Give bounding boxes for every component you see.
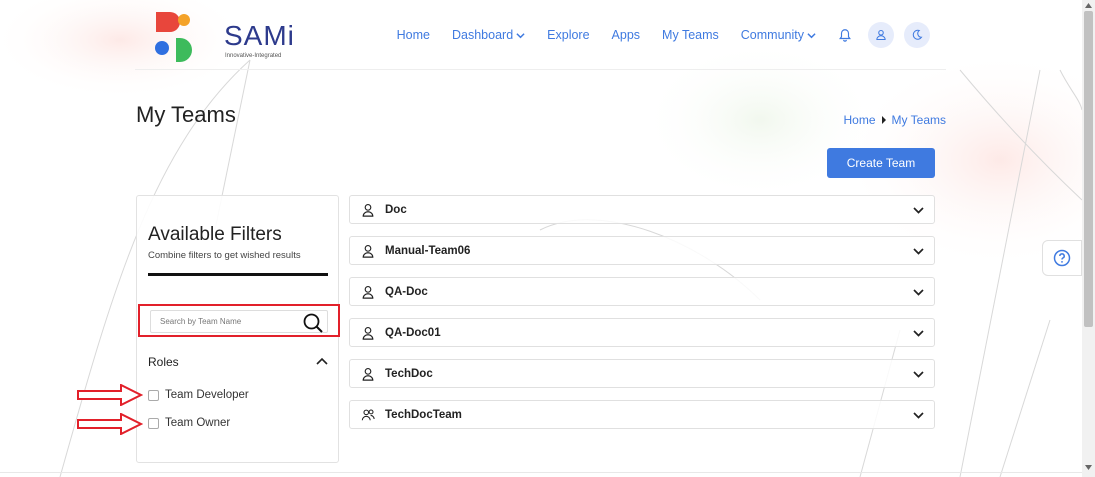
nav-home-label: Home [396, 28, 430, 42]
team-name: QA-Doc01 [385, 326, 441, 339]
theme-toggle-button[interactable] [904, 22, 930, 48]
nav-community-label: Community [740, 28, 804, 42]
breadcrumb-current: My Teams [891, 113, 946, 127]
team-row[interactable]: QA-Doc [349, 277, 935, 306]
nav-my-teams[interactable]: My Teams [662, 28, 719, 42]
user-icon [876, 29, 886, 41]
filters-panel: Available Filters Combine filters to get… [136, 195, 340, 463]
user-icon [362, 326, 374, 340]
chevron-down-icon [913, 248, 924, 255]
page-bottom-divider [0, 472, 1082, 473]
team-owner-checkbox[interactable] [148, 417, 159, 429]
team-row[interactable]: Manual-Team06 [349, 236, 935, 265]
chevron-down-icon [516, 32, 525, 38]
help-icon [1053, 249, 1071, 267]
page-scrollbar[interactable] [1082, 0, 1095, 477]
team-name: Manual-Team06 [385, 244, 471, 257]
search-icon[interactable] [302, 312, 324, 334]
profile-button[interactable] [868, 22, 894, 48]
scroll-up-icon[interactable] [1085, 3, 1092, 8]
chevron-down-icon [913, 207, 924, 214]
annotation-arrow-icon [77, 384, 143, 406]
filters-title: Available Filters [148, 224, 282, 245]
user-icon [362, 203, 374, 217]
nav-apps[interactable]: Apps [612, 28, 641, 42]
nav-explore-label: Explore [547, 28, 590, 42]
page-title: My Teams [136, 102, 236, 127]
help-button[interactable] [1042, 240, 1082, 276]
team-name: TechDoc [385, 367, 433, 380]
user-icon [362, 244, 374, 258]
users-icon [361, 408, 375, 420]
breadcrumb: Home My Teams [844, 113, 946, 127]
role-team-developer[interactable]: Team Developer [148, 389, 249, 401]
team-row[interactable]: TechDoc [349, 359, 935, 388]
brand-tagline: Innovative-Integrated [225, 53, 282, 59]
bell-icon [839, 29, 851, 42]
roles-heading: Roles [148, 355, 179, 369]
user-icon [362, 367, 374, 381]
logo-mark-icon [155, 12, 192, 62]
team-name: Doc [385, 203, 407, 216]
nav-explore[interactable]: Explore [547, 28, 589, 42]
nav-apps-label: Apps [611, 28, 641, 42]
team-search-box [150, 310, 328, 333]
brand-name: SAMi [224, 20, 295, 51]
search-highlight-annotation [138, 304, 340, 337]
team-developer-checkbox[interactable] [148, 389, 159, 401]
team-name: QA-Doc [385, 285, 428, 298]
top-header: SAMi Innovative-Integrated Home Dashboar… [135, 0, 946, 70]
chevron-down-icon [913, 371, 924, 378]
filters-subtitle: Combine filters to get wished results [148, 250, 301, 261]
team-search-input[interactable] [151, 311, 301, 332]
team-developer-label: Team Developer [165, 389, 249, 401]
role-team-owner[interactable]: Team Owner [148, 417, 230, 429]
chevron-up-icon[interactable] [316, 356, 328, 366]
nav-dashboard[interactable]: Dashboard [452, 28, 525, 42]
nav-home[interactable]: Home [397, 28, 430, 42]
moon-icon [912, 29, 923, 40]
chevron-down-icon [913, 289, 924, 296]
chevron-down-icon [913, 412, 924, 419]
team-row[interactable]: Doc [349, 195, 935, 224]
create-team-button[interactable]: Create Team [827, 148, 935, 178]
team-row[interactable]: QA-Doc01 [349, 318, 935, 347]
scrollbar-thumb[interactable] [1084, 11, 1093, 327]
filters-divider [148, 273, 328, 276]
caret-right-icon [881, 116, 886, 124]
chevron-down-icon [913, 330, 924, 337]
main-nav: Home Dashboard Explore Apps My Teams Com… [375, 20, 930, 50]
team-owner-label: Team Owner [165, 417, 231, 429]
notifications-button[interactable] [832, 22, 858, 48]
scroll-down-icon[interactable] [1085, 465, 1092, 470]
nav-community[interactable]: Community [741, 28, 816, 42]
nav-dashboard-label: Dashboard [452, 28, 514, 42]
user-icon [362, 285, 374, 299]
annotation-arrow-icon [77, 413, 143, 435]
nav-my-teams-label: My Teams [662, 28, 719, 42]
sami-logo[interactable]: SAMi Innovative-Integrated [152, 10, 294, 62]
chevron-down-icon [807, 32, 816, 38]
team-row[interactable]: TechDocTeam [349, 400, 935, 429]
breadcrumb-home[interactable]: Home [844, 113, 876, 127]
team-name: TechDocTeam [385, 408, 462, 421]
